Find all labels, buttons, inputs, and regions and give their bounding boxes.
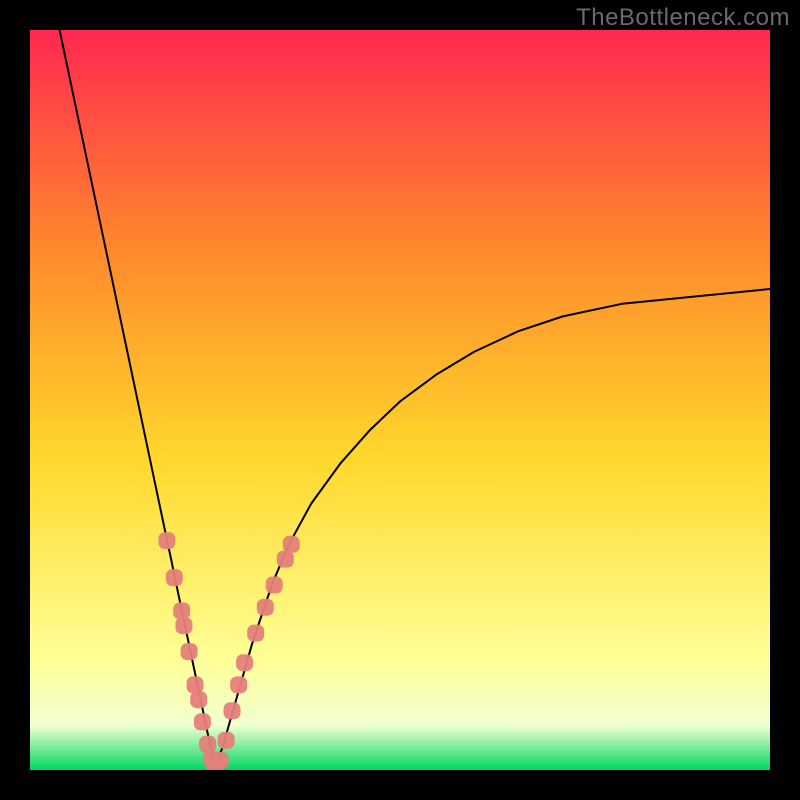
curve-marker [173,602,190,619]
curve-marker [224,702,241,719]
curve-marker [266,577,283,594]
curve-marker [218,732,235,749]
curve-marker [194,713,211,730]
curve-marker [257,599,274,616]
curve-marker [277,551,294,568]
curve-marker [158,532,175,549]
watermark-text: TheBottleneck.com [576,4,790,32]
plot-area [30,30,770,770]
curve-marker [166,569,183,586]
curve-marker [247,625,264,642]
curve-marker [212,752,229,769]
curve-marker [187,676,204,693]
curve-marker [181,643,198,660]
curve-marker [175,617,192,634]
curve-marker [199,736,216,753]
curve-marker [236,654,253,671]
bottleneck-chart [30,30,770,770]
curve-marker [230,676,247,693]
chart-background [30,30,770,770]
chart-frame: TheBottleneck.com [0,0,800,800]
curve-marker [190,691,207,708]
curve-marker [283,536,300,553]
